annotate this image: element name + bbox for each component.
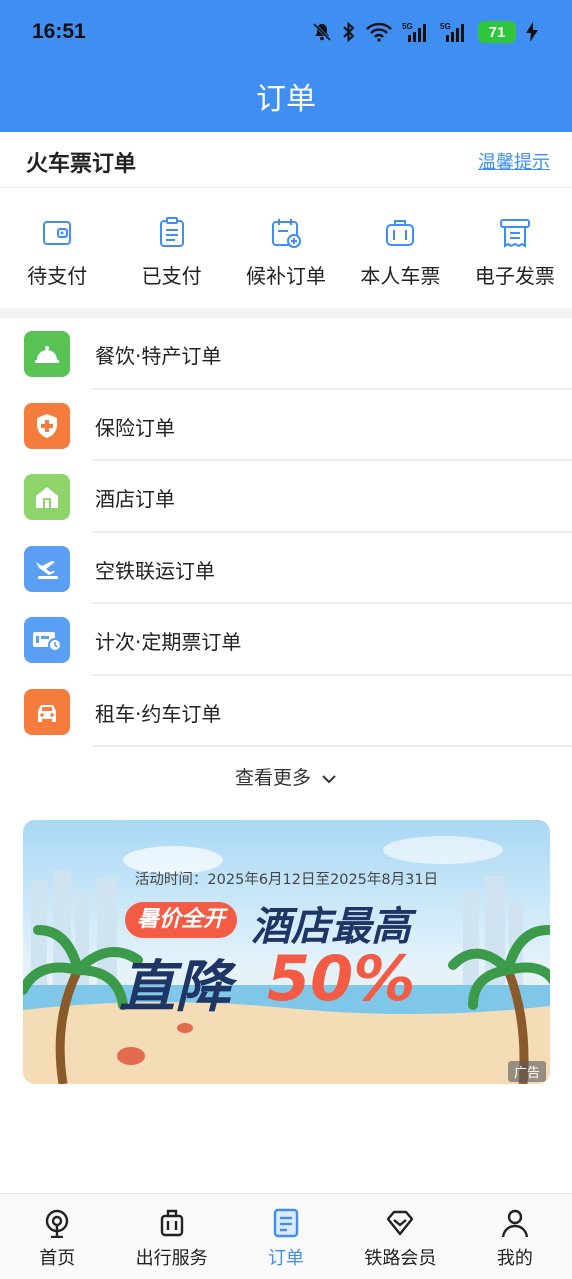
signal-5g-icon: 5G: [402, 20, 430, 44]
promo-subheadline: 直降: [119, 955, 231, 1020]
other-orders-list: 餐饮·特产订单 保险订单 酒店订单 空铁联运订单 计次·定期票订单 租车·约车订: [0, 318, 572, 747]
home-train-icon: [46, 1209, 69, 1238]
tab-label: 首页: [39, 1248, 76, 1269]
house-icon: [24, 474, 70, 520]
list-item-label: 餐饮·特产订单: [95, 344, 222, 368]
quick-pending-payment[interactable]: 待支付: [0, 200, 114, 300]
list-item-multi-ride-orders[interactable]: 计次·定期票订单: [0, 604, 572, 676]
list-item-air-rail-orders[interactable]: 空铁联运订单: [0, 533, 572, 604]
status-time: 16:51: [32, 20, 86, 43]
bluetooth-icon: [342, 20, 356, 44]
car-icon: [24, 688, 70, 735]
wallet-icon: [43, 221, 72, 245]
signal-5g-icon: 5G: [440, 20, 468, 44]
plane-train-icon: [24, 545, 70, 592]
top-header: 16:51 5G 5G 71 订单: [0, 0, 572, 132]
svg-text:5G: 5G: [402, 22, 413, 31]
quick-label: 电子发票: [474, 264, 555, 288]
view-more-button[interactable]: 查看更多: [0, 763, 572, 790]
shield-plus-icon: [24, 402, 70, 449]
quick-my-tickets[interactable]: 本人车票: [343, 200, 457, 300]
quick-waitlist-orders[interactable]: 候补订单: [229, 200, 343, 300]
promo-pill: 暑价全开: [125, 902, 238, 938]
wifi-icon: [366, 20, 392, 44]
list-item-hotel-orders[interactable]: 酒店订单: [0, 461, 572, 533]
view-more-label: 查看更多: [234, 767, 311, 789]
list-item-label: 计次·定期票订单: [95, 630, 242, 654]
luggage-icon: [160, 1209, 183, 1237]
tab-label: 铁路会员: [364, 1248, 437, 1269]
promo-banner[interactable]: 活动时间：2025年6月12日至2025年8月31日 暑价全开 酒店最高 直降 …: [23, 820, 550, 1084]
clipboard-icon: [159, 217, 184, 247]
diamond-icon: [387, 1210, 414, 1236]
quick-label: 已支付: [141, 264, 202, 288]
promo-period: 活动时间：2025年6月12日至2025年8月31日: [134, 872, 439, 888]
tips-link[interactable]: 温馨提示: [478, 148, 550, 174]
mute-bell-icon: [312, 20, 332, 44]
order-doc-icon: [273, 1208, 299, 1238]
list-item-label: 租车·约车订单: [95, 701, 222, 726]
promo-discount: 50%: [267, 942, 416, 1015]
dining-bell-icon: [24, 331, 70, 377]
receipt-icon: [499, 219, 530, 248]
person-icon: [501, 1209, 529, 1238]
row-divider: [92, 745, 572, 747]
list-item-label: 酒店订单: [95, 487, 175, 511]
section-divider: [0, 308, 572, 318]
tab-label: 出行服务: [135, 1248, 208, 1269]
calendar-add-icon: [272, 219, 302, 248]
train-quick-actions: 待支付 已支付 候补订单 本人车票 电子发票: [0, 200, 572, 300]
quick-paid[interactable]: 已支付: [114, 200, 228, 300]
quick-label: 本人车票: [360, 264, 441, 288]
quick-label: 待支付: [27, 264, 88, 288]
quick-label: 候补订单: [246, 264, 327, 288]
quick-e-invoice[interactable]: 电子发票: [458, 200, 572, 300]
tab-profile[interactable]: 我的: [458, 1194, 572, 1279]
tab-label: 订单: [268, 1248, 305, 1269]
bottom-tab-bar: 首页 出行服务 订单 铁路会员 我的: [0, 1193, 572, 1279]
tab-travel-services[interactable]: 出行服务: [114, 1194, 228, 1279]
train-orders-title: 火车票订单: [26, 152, 137, 177]
battery-indicator: 71: [478, 21, 516, 43]
list-item-dining-orders[interactable]: 餐饮·特产订单: [0, 318, 572, 390]
ad-badge: 广告: [507, 1061, 546, 1082]
status-bar: 16:51 5G 5G 71: [0, 0, 572, 68]
train-orders-header: 火车票订单 温馨提示: [0, 132, 572, 188]
list-item-car-rental-orders[interactable]: 租车·约车订单: [0, 676, 572, 747]
charging-bolt-icon: [526, 20, 538, 44]
tab-orders[interactable]: 订单: [229, 1194, 343, 1279]
svg-text:5G: 5G: [440, 22, 451, 31]
suitcase-icon: [386, 220, 415, 246]
status-icons: 5G 5G 71: [312, 20, 538, 44]
ticket-clock-icon: [24, 617, 70, 663]
tab-label: 我的: [496, 1248, 533, 1269]
tab-railway-membership[interactable]: 铁路会员: [343, 1194, 457, 1279]
list-item-label: 空铁联运订单: [95, 558, 215, 583]
list-item-label: 保险订单: [95, 415, 175, 440]
list-item-insurance-orders[interactable]: 保险订单: [0, 390, 572, 461]
chevron-down-icon: [322, 774, 336, 783]
page-title: 订单: [256, 82, 316, 117]
tab-home[interactable]: 首页: [0, 1194, 114, 1279]
